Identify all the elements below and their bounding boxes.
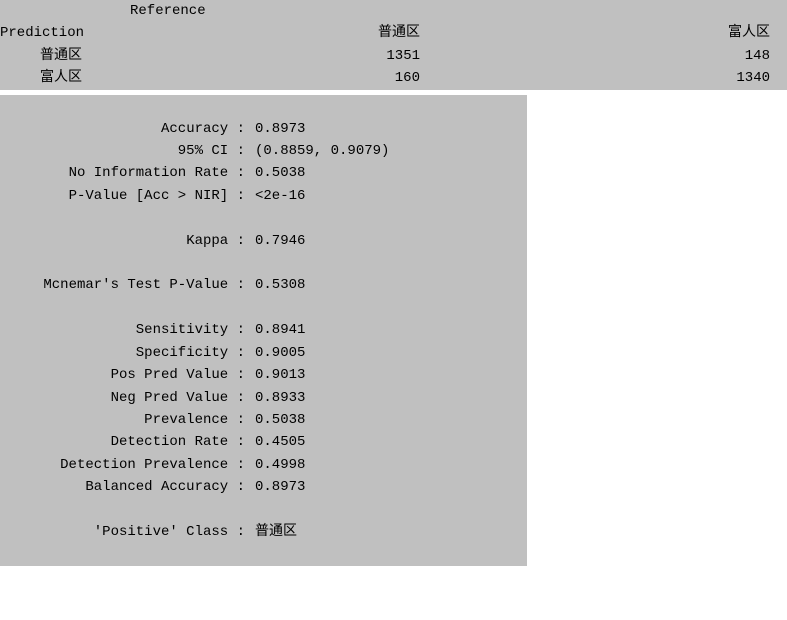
cell-0-1: 148 <box>420 45 770 67</box>
stat-accuracy: Accuracy : 0.8973 <box>0 118 527 140</box>
stat-value: <2e-16 <box>245 185 305 207</box>
stat-value: 0.9013 <box>245 364 305 386</box>
prediction-header: Prediction <box>0 22 110 44</box>
col-header-2: 富人区 <box>420 22 770 44</box>
stat-nir: No Information Rate : 0.5038 <box>0 162 527 184</box>
stat-label: P-Value [Acc > NIR] : <box>0 185 245 207</box>
stat-detection-prevalence: Detection Prevalence : 0.4998 <box>0 454 527 476</box>
stat-value: 0.5038 <box>245 162 305 184</box>
stat-label: Prevalence : <box>0 409 245 431</box>
stat-detection-rate: Detection Rate : 0.4505 <box>0 431 527 453</box>
confusion-matrix-block: Reference Prediction 普通区 富人区 普通区 1351 14… <box>0 0 787 90</box>
stat-value: 0.8973 <box>245 118 305 140</box>
matrix-row: 普通区 1351 148 <box>0 45 787 67</box>
stat-ppv: Pos Pred Value : 0.9013 <box>0 364 527 386</box>
stat-ci: 95% CI : (0.8859, 0.9079) <box>0 140 527 162</box>
stat-mcnemar: Mcnemar's Test P-Value : 0.5308 <box>0 274 527 296</box>
stat-balanced-accuracy: Balanced Accuracy : 0.8973 <box>0 476 527 498</box>
stat-prevalence: Prevalence : 0.5038 <box>0 409 527 431</box>
stat-label: No Information Rate : <box>0 162 245 184</box>
stat-label: Balanced Accuracy : <box>0 476 245 498</box>
stat-value: 0.5308 <box>245 274 305 296</box>
col-header-1: 普通区 <box>110 22 420 44</box>
matrix-row: 富人区 160 1340 <box>0 67 787 89</box>
stat-npv: Neg Pred Value : 0.8933 <box>0 387 527 409</box>
stat-label: 95% CI : <box>0 140 245 162</box>
stat-label: Kappa : <box>0 230 245 252</box>
reference-header: Reference <box>0 0 787 22</box>
cell-0-0: 1351 <box>110 45 420 67</box>
stat-value: 0.8933 <box>245 387 305 409</box>
stat-value: (0.8859, 0.9079) <box>245 140 389 162</box>
stat-value: 0.7946 <box>245 230 305 252</box>
stat-label: Detection Prevalence : <box>0 454 245 476</box>
stat-label: 'Positive' Class : <box>0 521 245 543</box>
stat-sensitivity: Sensitivity : 0.8941 <box>0 319 527 341</box>
stat-value: 0.8973 <box>245 476 305 498</box>
stat-label: Specificity : <box>0 342 245 364</box>
stat-label: Sensitivity : <box>0 319 245 341</box>
stat-pvalue: P-Value [Acc > NIR] : <2e-16 <box>0 185 527 207</box>
stat-value: 0.4998 <box>245 454 305 476</box>
stat-label: Neg Pred Value : <box>0 387 245 409</box>
stat-value: 0.8941 <box>245 319 305 341</box>
stat-specificity: Specificity : 0.9005 <box>0 342 527 364</box>
stat-value: 0.9005 <box>245 342 305 364</box>
cell-1-0: 160 <box>110 67 420 89</box>
stat-positive-class: 'Positive' Class : 普通区 <box>0 521 527 543</box>
stat-value: 0.4505 <box>245 431 305 453</box>
stat-label: Detection Rate : <box>0 431 245 453</box>
row-label-2: 富人区 <box>0 67 110 89</box>
stat-value: 普通区 <box>245 521 297 543</box>
stats-block: Accuracy : 0.8973 95% CI : (0.8859, 0.90… <box>0 95 527 566</box>
stat-value: 0.5038 <box>245 409 305 431</box>
row-label-1: 普通区 <box>0 45 110 67</box>
stat-label: Accuracy : <box>0 118 245 140</box>
cell-1-1: 1340 <box>420 67 770 89</box>
matrix-header-row: Prediction 普通区 富人区 <box>0 22 787 44</box>
stat-label: Pos Pred Value : <box>0 364 245 386</box>
stat-label: Mcnemar's Test P-Value : <box>0 274 245 296</box>
stat-kappa: Kappa : 0.7946 <box>0 230 527 252</box>
